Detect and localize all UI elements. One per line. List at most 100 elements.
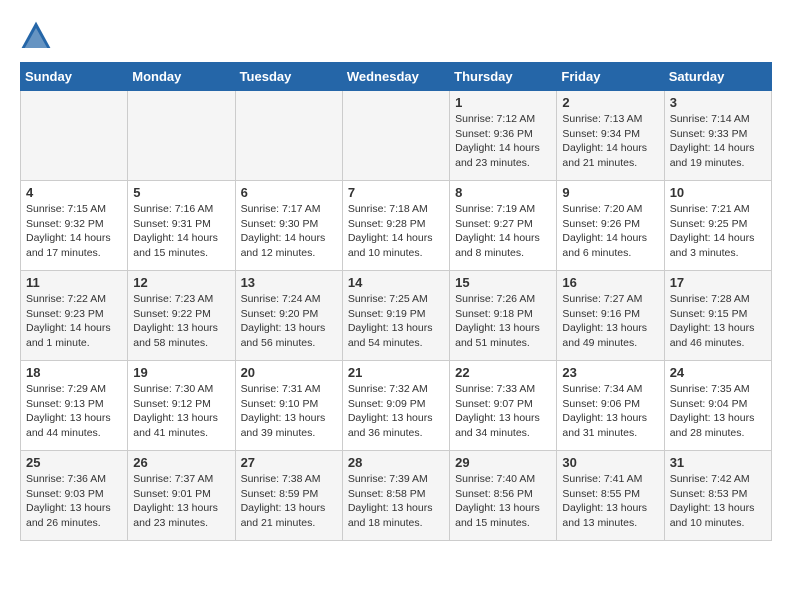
calendar-cell: 5 Sunrise: 7:16 AM Sunset: 9:31 PM Daylig… — [128, 181, 235, 271]
calendar-cell: 29 Sunrise: 7:40 AM Sunset: 8:56 PM Dayli… — [450, 451, 557, 541]
calendar-cell: 4 Sunrise: 7:15 AM Sunset: 9:32 PM Daylig… — [21, 181, 128, 271]
day-number: 16 — [562, 275, 658, 290]
calendar-week-2: 11 Sunrise: 7:22 AM Sunset: 9:23 PM Dayli… — [21, 271, 772, 361]
day-number: 29 — [455, 455, 551, 470]
day-number: 10 — [670, 185, 766, 200]
calendar-cell: 13 Sunrise: 7:24 AM Sunset: 9:20 PM Dayli… — [235, 271, 342, 361]
header-monday: Monday — [128, 63, 235, 91]
day-number: 4 — [26, 185, 122, 200]
logo-icon — [20, 20, 52, 52]
day-info: Sunrise: 7:20 AM Sunset: 9:26 PM Dayligh… — [562, 202, 658, 261]
calendar-cell: 6 Sunrise: 7:17 AM Sunset: 9:30 PM Daylig… — [235, 181, 342, 271]
calendar-table: SundayMondayTuesdayWednesdayThursdayFrid… — [20, 62, 772, 541]
day-info: Sunrise: 7:29 AM Sunset: 9:13 PM Dayligh… — [26, 382, 122, 441]
calendar-cell: 8 Sunrise: 7:19 AM Sunset: 9:27 PM Daylig… — [450, 181, 557, 271]
calendar-cell: 3 Sunrise: 7:14 AM Sunset: 9:33 PM Daylig… — [664, 91, 771, 181]
calendar-cell: 21 Sunrise: 7:32 AM Sunset: 9:09 PM Dayli… — [342, 361, 449, 451]
day-info: Sunrise: 7:33 AM Sunset: 9:07 PM Dayligh… — [455, 382, 551, 441]
day-number: 20 — [241, 365, 337, 380]
day-info: Sunrise: 7:38 AM Sunset: 8:59 PM Dayligh… — [241, 472, 337, 531]
calendar-cell: 17 Sunrise: 7:28 AM Sunset: 9:15 PM Dayli… — [664, 271, 771, 361]
day-info: Sunrise: 7:35 AM Sunset: 9:04 PM Dayligh… — [670, 382, 766, 441]
day-info: Sunrise: 7:31 AM Sunset: 9:10 PM Dayligh… — [241, 382, 337, 441]
calendar-cell: 23 Sunrise: 7:34 AM Sunset: 9:06 PM Dayli… — [557, 361, 664, 451]
day-number: 23 — [562, 365, 658, 380]
calendar-week-3: 18 Sunrise: 7:29 AM Sunset: 9:13 PM Dayli… — [21, 361, 772, 451]
day-info: Sunrise: 7:22 AM Sunset: 9:23 PM Dayligh… — [26, 292, 122, 351]
calendar-cell: 25 Sunrise: 7:36 AM Sunset: 9:03 PM Dayli… — [21, 451, 128, 541]
header-tuesday: Tuesday — [235, 63, 342, 91]
header-wednesday: Wednesday — [342, 63, 449, 91]
day-info: Sunrise: 7:39 AM Sunset: 8:58 PM Dayligh… — [348, 472, 444, 531]
day-number: 31 — [670, 455, 766, 470]
day-number: 22 — [455, 365, 551, 380]
day-number: 3 — [670, 95, 766, 110]
day-info: Sunrise: 7:16 AM Sunset: 9:31 PM Dayligh… — [133, 202, 229, 261]
day-info: Sunrise: 7:26 AM Sunset: 9:18 PM Dayligh… — [455, 292, 551, 351]
day-info: Sunrise: 7:14 AM Sunset: 9:33 PM Dayligh… — [670, 112, 766, 171]
header — [20, 20, 772, 52]
day-number: 30 — [562, 455, 658, 470]
calendar-cell: 28 Sunrise: 7:39 AM Sunset: 8:58 PM Dayli… — [342, 451, 449, 541]
day-info: Sunrise: 7:28 AM Sunset: 9:15 PM Dayligh… — [670, 292, 766, 351]
day-info: Sunrise: 7:41 AM Sunset: 8:55 PM Dayligh… — [562, 472, 658, 531]
day-number: 19 — [133, 365, 229, 380]
day-number: 12 — [133, 275, 229, 290]
calendar-cell: 19 Sunrise: 7:30 AM Sunset: 9:12 PM Dayli… — [128, 361, 235, 451]
day-info: Sunrise: 7:32 AM Sunset: 9:09 PM Dayligh… — [348, 382, 444, 441]
day-number: 11 — [26, 275, 122, 290]
day-info: Sunrise: 7:36 AM Sunset: 9:03 PM Dayligh… — [26, 472, 122, 531]
day-number: 2 — [562, 95, 658, 110]
calendar-cell: 18 Sunrise: 7:29 AM Sunset: 9:13 PM Dayli… — [21, 361, 128, 451]
header-friday: Friday — [557, 63, 664, 91]
day-number: 21 — [348, 365, 444, 380]
day-number: 15 — [455, 275, 551, 290]
calendar-cell: 22 Sunrise: 7:33 AM Sunset: 9:07 PM Dayli… — [450, 361, 557, 451]
calendar-cell: 2 Sunrise: 7:13 AM Sunset: 9:34 PM Daylig… — [557, 91, 664, 181]
calendar-cell: 11 Sunrise: 7:22 AM Sunset: 9:23 PM Dayli… — [21, 271, 128, 361]
day-info: Sunrise: 7:42 AM Sunset: 8:53 PM Dayligh… — [670, 472, 766, 531]
day-number: 13 — [241, 275, 337, 290]
day-number: 25 — [26, 455, 122, 470]
day-info: Sunrise: 7:34 AM Sunset: 9:06 PM Dayligh… — [562, 382, 658, 441]
day-number: 26 — [133, 455, 229, 470]
day-info: Sunrise: 7:24 AM Sunset: 9:20 PM Dayligh… — [241, 292, 337, 351]
day-info: Sunrise: 7:23 AM Sunset: 9:22 PM Dayligh… — [133, 292, 229, 351]
calendar-header-row: SundayMondayTuesdayWednesdayThursdayFrid… — [21, 63, 772, 91]
header-saturday: Saturday — [664, 63, 771, 91]
day-info: Sunrise: 7:21 AM Sunset: 9:25 PM Dayligh… — [670, 202, 766, 261]
day-number: 18 — [26, 365, 122, 380]
calendar-week-4: 25 Sunrise: 7:36 AM Sunset: 9:03 PM Dayli… — [21, 451, 772, 541]
day-number: 6 — [241, 185, 337, 200]
calendar-cell: 1Sunrise: 7:12 AM Sunset: 9:36 PM Daylig… — [450, 91, 557, 181]
day-number: 17 — [670, 275, 766, 290]
day-number: 14 — [348, 275, 444, 290]
calendar-cell: 30 Sunrise: 7:41 AM Sunset: 8:55 PM Dayli… — [557, 451, 664, 541]
calendar-cell — [21, 91, 128, 181]
logo — [20, 20, 56, 52]
day-info: Sunrise: 7:18 AM Sunset: 9:28 PM Dayligh… — [348, 202, 444, 261]
calendar-cell: 20 Sunrise: 7:31 AM Sunset: 9:10 PM Dayli… — [235, 361, 342, 451]
calendar-week-0: 1Sunrise: 7:12 AM Sunset: 9:36 PM Daylig… — [21, 91, 772, 181]
calendar-cell: 31 Sunrise: 7:42 AM Sunset: 8:53 PM Dayli… — [664, 451, 771, 541]
day-info: Sunrise: 7:40 AM Sunset: 8:56 PM Dayligh… — [455, 472, 551, 531]
calendar-cell — [342, 91, 449, 181]
day-number: 5 — [133, 185, 229, 200]
day-info: Sunrise: 7:37 AM Sunset: 9:01 PM Dayligh… — [133, 472, 229, 531]
day-info: Sunrise: 7:15 AM Sunset: 9:32 PM Dayligh… — [26, 202, 122, 261]
calendar-cell — [235, 91, 342, 181]
day-number: 28 — [348, 455, 444, 470]
day-info: Sunrise: 7:17 AM Sunset: 9:30 PM Dayligh… — [241, 202, 337, 261]
day-number: 8 — [455, 185, 551, 200]
calendar-cell: 14 Sunrise: 7:25 AM Sunset: 9:19 PM Dayli… — [342, 271, 449, 361]
header-sunday: Sunday — [21, 63, 128, 91]
calendar-cell: 10 Sunrise: 7:21 AM Sunset: 9:25 PM Dayli… — [664, 181, 771, 271]
calendar-cell: 9Sunrise: 7:20 AM Sunset: 9:26 PM Daylig… — [557, 181, 664, 271]
day-info: Sunrise: 7:13 AM Sunset: 9:34 PM Dayligh… — [562, 112, 658, 171]
day-info: Sunrise: 7:19 AM Sunset: 9:27 PM Dayligh… — [455, 202, 551, 261]
day-number: 7 — [348, 185, 444, 200]
calendar-week-1: 4 Sunrise: 7:15 AM Sunset: 9:32 PM Daylig… — [21, 181, 772, 271]
day-info: Sunrise: 7:30 AM Sunset: 9:12 PM Dayligh… — [133, 382, 229, 441]
calendar-cell: 7 Sunrise: 7:18 AM Sunset: 9:28 PM Daylig… — [342, 181, 449, 271]
day-info: Sunrise: 7:25 AM Sunset: 9:19 PM Dayligh… — [348, 292, 444, 351]
